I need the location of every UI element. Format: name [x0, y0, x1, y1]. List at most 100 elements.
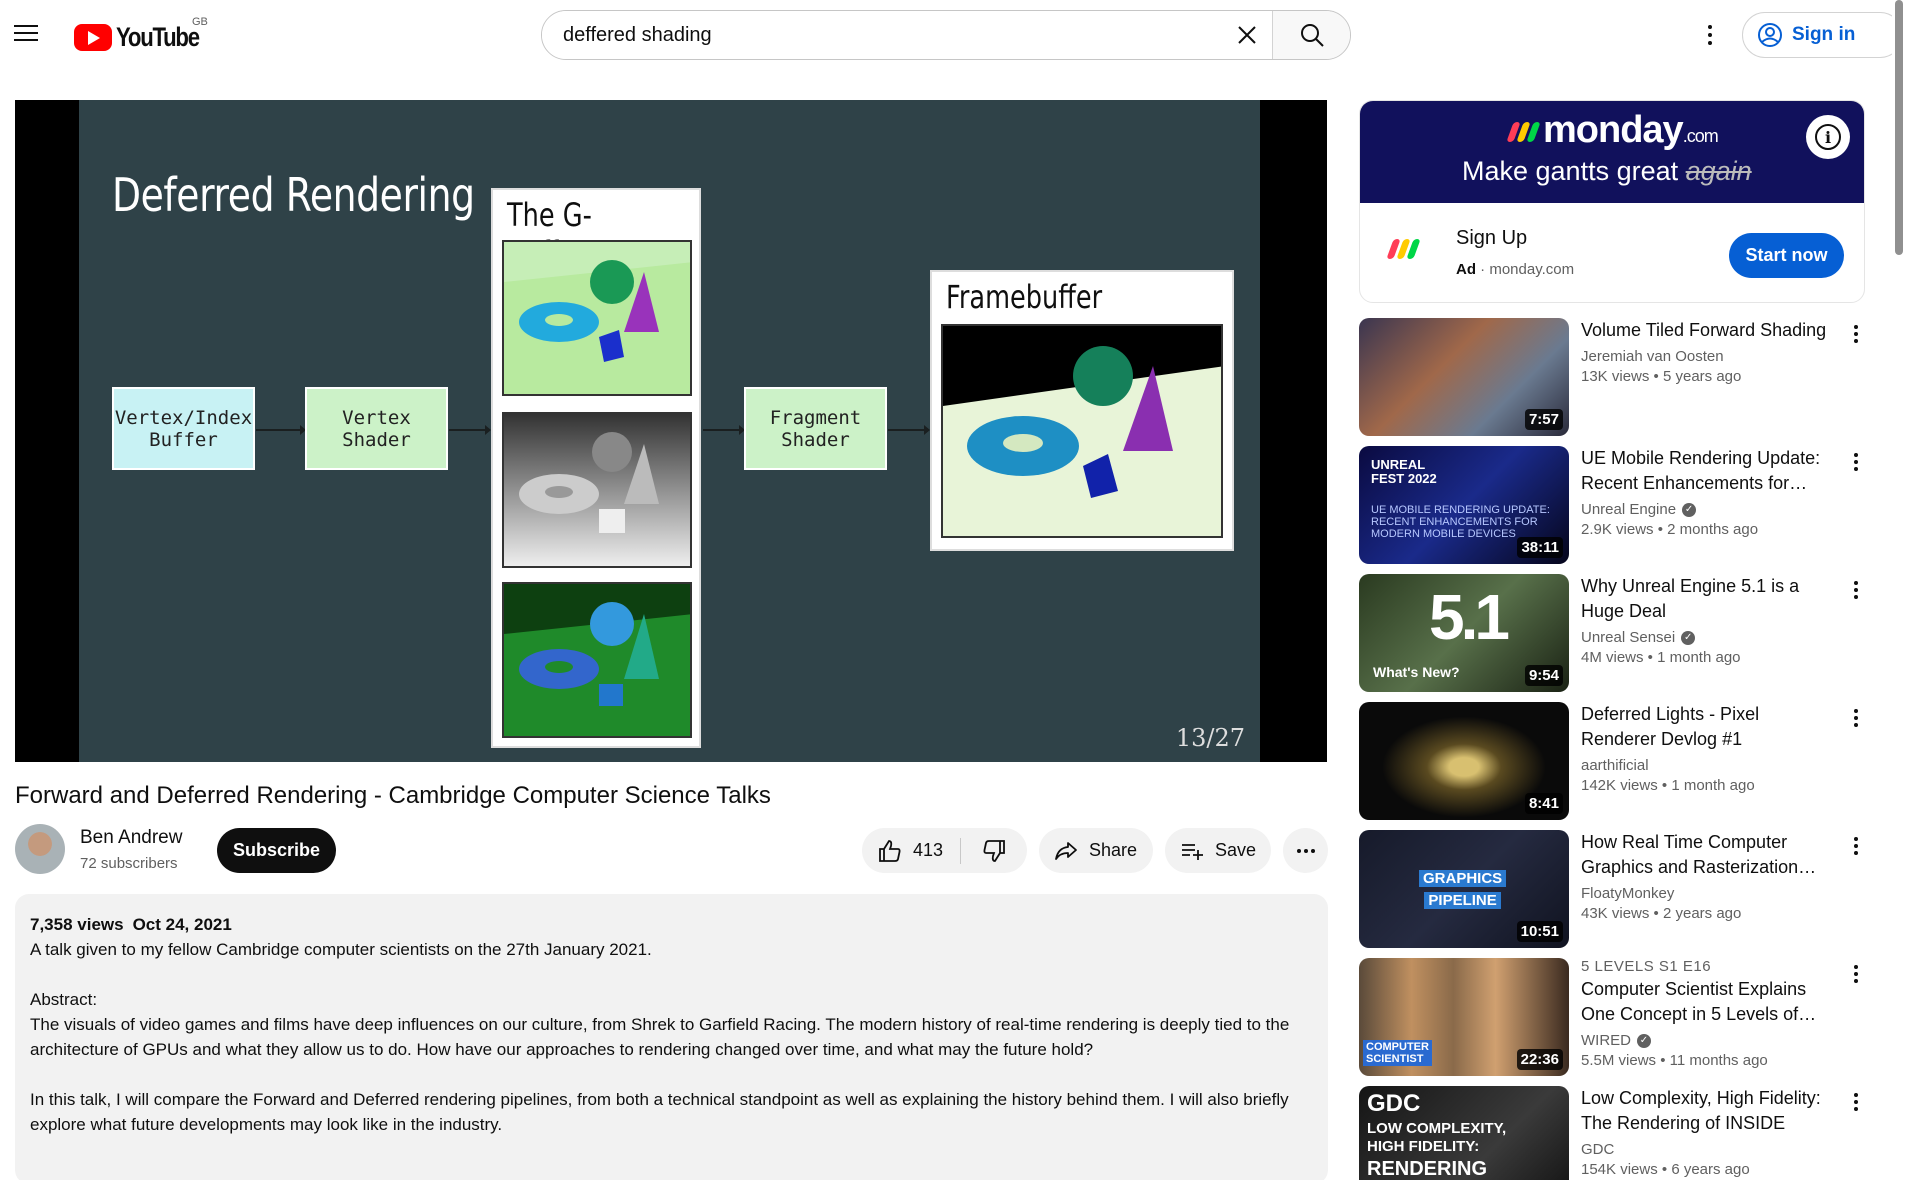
description-text: A talk given to my fellow Cambridge comp…	[30, 940, 1290, 1134]
dislike-button[interactable]	[961, 828, 1027, 873]
scrollbar-thumb[interactable]	[1895, 0, 1903, 255]
recommended-video[interactable]: 5.1 What's New? 9:54 Why Unreal Engine 5…	[1359, 574, 1869, 692]
video-menu-icon[interactable]	[1844, 320, 1868, 348]
thumbs-up-icon	[879, 839, 901, 862]
framebuffer-panel: Framebuffer	[930, 270, 1234, 551]
ad-headline: Sign Up	[1456, 227, 1528, 249]
video-channel[interactable]: WIRED ✓	[1581, 1032, 1836, 1049]
recommended-video[interactable]: GRAPHICS PIPELINE 10:51 How Real Time Com…	[1359, 830, 1869, 948]
video-channel[interactable]: GDC	[1581, 1141, 1836, 1158]
video-channel[interactable]: FloatyMonkey	[1581, 885, 1836, 902]
account-icon	[1758, 23, 1782, 47]
stage-vertex-index-buffer: Vertex/Index Buffer	[112, 387, 255, 470]
stage-fragment-shader: Fragment Shader	[744, 387, 887, 470]
video-meta: 2.9K views • 2 months ago	[1581, 521, 1759, 538]
thumbnail-text: GDC	[1367, 1090, 1421, 1117]
monday-logo-icon	[1506, 122, 1541, 142]
video-title[interactable]: How Real Time Computer Graphics and Rast…	[1581, 830, 1836, 880]
video-meta: 154K views • 6 years ago	[1581, 1161, 1750, 1178]
video-title[interactable]: Volume Tiled Forward Shading	[1581, 318, 1836, 343]
thumbnail-text: COMPUTER SCIENTIST	[1363, 1040, 1432, 1066]
gbuffer-albedo-image	[502, 240, 692, 396]
ad-source: Ad · monday.com	[1456, 261, 1575, 278]
video-thumbnail[interactable]: GRAPHICS PIPELINE 10:51	[1359, 830, 1569, 948]
share-label: Share	[1089, 840, 1138, 860]
video-thumbnail[interactable]: GDC LOW COMPLEXITY, HIGH FIDELITY: RENDER…	[1359, 1086, 1569, 1180]
gbuffer-normals-image	[502, 582, 692, 738]
recommended-video[interactable]: 8:41 Deferred Lights - Pixel Renderer De…	[1359, 702, 1869, 820]
gbuffer-depth-image	[502, 412, 692, 568]
avatar[interactable]	[15, 824, 65, 874]
video-channel[interactable]: Jeremiah van Oosten	[1581, 348, 1836, 365]
video-title[interactable]: Computer Scientist Explains One Concept …	[1581, 977, 1836, 1027]
video-channel[interactable]: Unreal Engine ✓	[1581, 501, 1836, 518]
channel-name[interactable]: Ben Andrew	[80, 827, 182, 849]
recommended-video[interactable]: 7:57 Volume Tiled Forward Shading Jeremi…	[1359, 318, 1869, 436]
framebuffer-label: Framebuffer	[946, 278, 1103, 316]
share-button[interactable]: Share	[1039, 828, 1153, 873]
description-box[interactable]: 7,358 views Oct 24, 2021 A talk given to …	[15, 894, 1328, 1180]
video-info: Low Complexity, High Fidelity: The Rende…	[1581, 1086, 1836, 1178]
like-dislike-group: 413	[862, 828, 1027, 873]
ad-banner[interactable]: monday .com Make gantts great again i	[1360, 101, 1864, 203]
slide-number: 13/27	[1175, 724, 1245, 752]
recommended-video[interactable]: GDC LOW COMPLEXITY, HIGH FIDELITY: RENDER…	[1359, 1086, 1869, 1180]
video-menu-icon[interactable]	[1844, 704, 1868, 732]
video-info: Volume Tiled Forward Shading Jeremiah va…	[1581, 318, 1836, 385]
ad-card[interactable]: monday .com Make gantts great again i Sig…	[1359, 100, 1865, 303]
video-thumbnail[interactable]: 5.1 What's New? 9:54	[1359, 574, 1569, 692]
stage-vertex-shader: Vertex Shader	[305, 387, 448, 470]
arrow	[703, 425, 745, 435]
thumbnail-text: UNREAL FEST 2022	[1371, 457, 1437, 486]
recommended-video[interactable]: COMPUTER SCIENTIST 22:36 5 LEVELS S1 E16 …	[1359, 958, 1869, 1076]
video-menu-icon[interactable]	[1844, 448, 1868, 476]
video-thumbnail[interactable]: COMPUTER SCIENTIST 22:36	[1359, 958, 1569, 1076]
top-bar: YouTube GB Sign in	[0, 0, 1905, 70]
video-title[interactable]: Low Complexity, High Fidelity: The Rende…	[1581, 1086, 1836, 1136]
start-now-button[interactable]: Start now	[1729, 233, 1844, 278]
recommended-video[interactable]: UNREAL FEST 2022 UE MOBILE RENDERING UPDA…	[1359, 446, 1869, 564]
video-duration: 9:54	[1524, 665, 1563, 686]
video-title[interactable]: Deferred Lights - Pixel Renderer Devlog …	[1581, 702, 1836, 752]
country-code: GB	[192, 16, 208, 28]
search-button[interactable]	[1272, 11, 1350, 59]
thumbnail-text: GRAPHICS PIPELINE	[1419, 868, 1507, 912]
subscribe-button[interactable]: Subscribe	[217, 828, 336, 873]
verified-icon: ✓	[1682, 502, 1697, 517]
video-thumbnail[interactable]: 7:57	[1359, 318, 1569, 436]
slide-title: Deferred Rendering	[112, 168, 475, 222]
video-thumbnail[interactable]: UNREAL FEST 2022 UE MOBILE RENDERING UPDA…	[1359, 446, 1569, 564]
menu-icon[interactable]	[14, 20, 46, 50]
video-menu-icon[interactable]	[1844, 832, 1868, 860]
video-menu-icon[interactable]	[1844, 576, 1868, 604]
video-title: Forward and Deferred Rendering - Cambrid…	[15, 782, 771, 809]
save-button[interactable]: Save	[1165, 828, 1271, 873]
ad-tagline: Make gantts great again	[1462, 156, 1752, 186]
video-player[interactable]: Deferred Rendering Vertex/Index Buffer V…	[15, 100, 1327, 762]
thumbs-down-icon	[983, 839, 1005, 862]
more-actions-icon[interactable]	[1283, 828, 1328, 873]
clear-search-icon[interactable]	[1222, 11, 1272, 59]
video-title[interactable]: Why Unreal Engine 5.1 is a Huge Deal	[1581, 574, 1836, 624]
video-duration: 8:41	[1524, 793, 1563, 814]
video-thumbnail[interactable]: 8:41	[1359, 702, 1569, 820]
video-menu-icon[interactable]	[1844, 1088, 1868, 1116]
gbuffer-panel: The G-Buffer	[491, 188, 701, 748]
video-channel[interactable]: aarthificial	[1581, 757, 1836, 774]
logo-text: YouTube	[116, 22, 200, 52]
thumbnail-text: LOW COMPLEXITY, HIGH FIDELITY:	[1367, 1120, 1507, 1155]
search-input[interactable]	[542, 11, 1222, 59]
video-duration: 22:36	[1516, 1049, 1563, 1070]
page-scrollbar[interactable]	[1892, 0, 1905, 1180]
sign-in-button[interactable]: Sign in	[1742, 12, 1903, 58]
video-channel[interactable]: Unreal Sensei ✓	[1581, 629, 1836, 646]
ad-info-icon[interactable]: i	[1806, 115, 1850, 159]
settings-menu-icon[interactable]	[1695, 18, 1725, 52]
video-menu-icon[interactable]	[1844, 960, 1868, 988]
video-info: How Real Time Computer Graphics and Rast…	[1581, 830, 1836, 922]
like-button[interactable]: 413	[862, 828, 960, 873]
arrow	[449, 425, 491, 435]
share-icon	[1055, 841, 1077, 860]
thumbnail-text: RENDERING	[1367, 1158, 1488, 1180]
video-title[interactable]: UE Mobile Rendering Update: Recent Enhan…	[1581, 446, 1836, 496]
